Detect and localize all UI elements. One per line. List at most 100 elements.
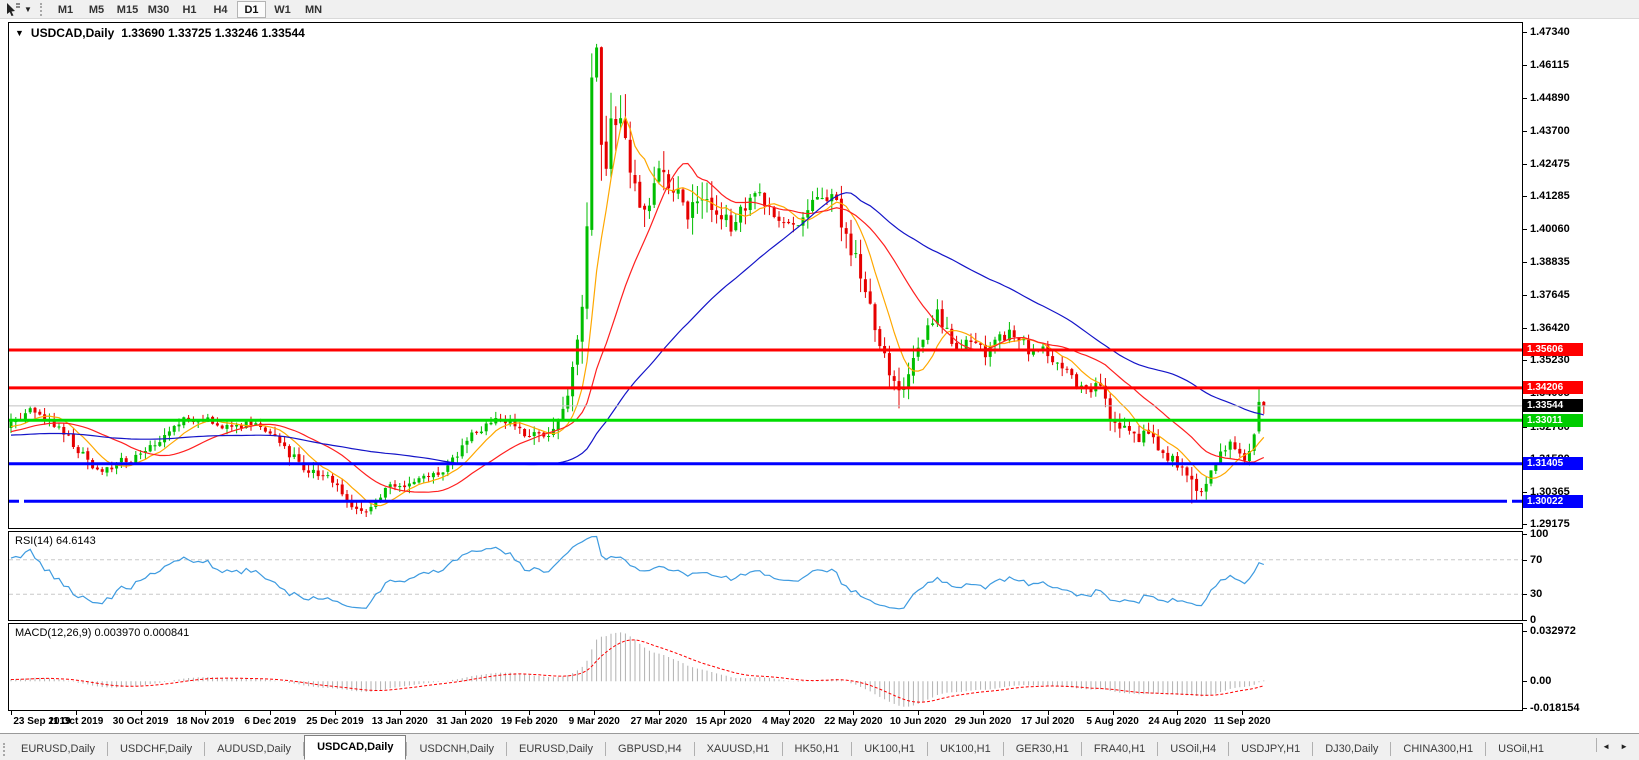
date-tick: [724, 711, 725, 715]
price-scale[interactable]: 1.473401.461151.448901.437001.424751.412…: [1523, 0, 1639, 760]
candle-body: [816, 197, 819, 200]
price-axis-label: 1.43700: [1530, 125, 1570, 137]
candle-body: [101, 469, 104, 472]
chart-tab-usdchf-daily[interactable]: USDCHF,Daily: [108, 739, 204, 760]
chart-tab-eurusd-daily[interactable]: EURUSD,Daily: [9, 739, 107, 760]
candle-body: [1229, 442, 1232, 450]
timeframe-button-m30[interactable]: M30: [144, 1, 173, 18]
candle-body: [744, 208, 747, 210]
candle-body: [1176, 456, 1179, 468]
cursor-tool-icon[interactable]: [5, 2, 21, 17]
candle-body: [288, 446, 291, 457]
timeframe-toolbar: ▼ M1M5M15M30H1H4D1W1MN: [0, 0, 1639, 19]
date-tick: [400, 711, 401, 715]
chart-tab-china300-h1[interactable]: CHINA300,H1: [1391, 739, 1485, 760]
timeframe-button-m5[interactable]: M5: [82, 1, 111, 18]
price-tag-1.34206[interactable]: 1.34206: [1523, 381, 1583, 394]
price-canvas[interactable]: [9, 23, 1522, 528]
candle-body: [10, 422, 13, 428]
candle-body: [955, 343, 958, 349]
chart-tab-audusd-daily[interactable]: AUDUSD,Daily: [205, 739, 303, 760]
chart-tab-usdjpy-h1[interactable]: USDJPY,H1: [1229, 739, 1312, 760]
chart-tab-usoil-h1[interactable]: USOil,H1: [1486, 739, 1556, 760]
candle-body: [1166, 453, 1169, 461]
timeframe-button-w1[interactable]: W1: [268, 1, 297, 18]
candle-body: [662, 170, 665, 172]
candle-body: [72, 434, 75, 447]
candle-body: [1162, 450, 1165, 453]
timeframe-button-d1[interactable]: D1: [237, 1, 266, 18]
candle-body: [696, 201, 699, 203]
chart-tab-xauusd-h1[interactable]: XAUUSD,H1: [695, 739, 782, 760]
date-scale[interactable]: 23 Sep 201911 Oct 201930 Oct 201918 Nov …: [8, 711, 1523, 733]
chart-tab-uk100-h1[interactable]: UK100,H1: [852, 739, 927, 760]
chart-symbol-label: USDCAD,Daily: [31, 26, 114, 40]
price-tag-1.35606[interactable]: 1.35606: [1523, 343, 1583, 356]
rsi-canvas[interactable]: [9, 532, 1522, 620]
candle-body: [264, 428, 267, 432]
price-tick: [1523, 262, 1527, 263]
line-handle[interactable]: [19, 499, 24, 504]
candle-body: [605, 142, 608, 169]
price-axis-label: 1.46115: [1530, 59, 1569, 71]
date-tick: [659, 711, 660, 715]
chart-tab-fra40-h1[interactable]: FRA40,H1: [1082, 739, 1157, 760]
candle-body: [226, 425, 229, 429]
chart-tab-usoil-h4[interactable]: USOil,H4: [1158, 739, 1228, 760]
chart-tab-hk50-h1[interactable]: HK50,H1: [783, 739, 852, 760]
price-tag-1.31405[interactable]: 1.31405: [1523, 457, 1583, 470]
candle-body: [317, 471, 320, 477]
candle-body: [384, 488, 387, 498]
candle-body: [773, 207, 776, 217]
candle-body: [77, 447, 80, 453]
chart-tab-gbpusd-h4[interactable]: GBPUSD,H4: [606, 739, 694, 760]
chart-tab-usdcad-daily[interactable]: USDCAD,Daily: [304, 735, 406, 760]
candle-body: [408, 484, 411, 487]
candle-body: [365, 511, 368, 512]
rsi-tick: [1523, 594, 1527, 595]
chart-tab-uk100-h1[interactable]: UK100,H1: [928, 739, 1003, 760]
candle-body: [355, 507, 358, 509]
toolbar-grip[interactable]: [40, 3, 42, 16]
date-tick: [270, 711, 271, 715]
price-tick: [1523, 328, 1527, 329]
candle-body: [926, 325, 929, 340]
candle-body: [168, 431, 171, 435]
chart-tab-eurusd-daily[interactable]: EURUSD,Daily: [507, 739, 605, 760]
symbol-dropdown-icon[interactable]: ▼: [15, 28, 24, 38]
candle-body: [134, 455, 137, 463]
line-handle[interactable]: [1507, 499, 1512, 504]
chart-tab-ger30-h1[interactable]: GER30,H1: [1004, 739, 1081, 760]
chart-tab-bar: EURUSD,DailyUSDCHF,DailyAUDUSD,DailyUSDC…: [0, 733, 1639, 760]
tab-scroll-left-icon[interactable]: ◄: [1597, 737, 1615, 757]
price-tag-1.30022[interactable]: 1.30022: [1523, 495, 1583, 508]
candle-body: [931, 323, 934, 325]
rsi-label: RSI(14) 64.6143: [15, 535, 96, 547]
candle-body: [86, 451, 89, 460]
timeframe-button-m15[interactable]: M15: [113, 1, 142, 18]
chart-tab-dj30-daily[interactable]: DJ30,Daily: [1313, 739, 1390, 760]
candle-body: [360, 508, 363, 511]
candle-body: [403, 486, 406, 488]
candle-body: [720, 215, 723, 219]
cursor-tool-dropdown-icon[interactable]: ▼: [24, 5, 34, 14]
price-tag-1.33011[interactable]: 1.33011: [1523, 414, 1583, 427]
macd-canvas[interactable]: [9, 624, 1522, 710]
timeframe-button-h4[interactable]: H4: [206, 1, 235, 18]
candle-body: [490, 423, 493, 425]
tab-scroll-right-icon[interactable]: ►: [1615, 737, 1633, 757]
price-axis-label: 1.38835: [1530, 256, 1570, 268]
candle-body: [1190, 476, 1193, 480]
candle-body: [653, 183, 656, 205]
candle-body: [763, 193, 766, 207]
tab-scroll-arrows: ◄ ►: [1596, 734, 1639, 760]
timeframe-button-mn[interactable]: MN: [299, 1, 328, 18]
candle-body: [610, 118, 613, 168]
timeframe-button-m1[interactable]: M1: [51, 1, 80, 18]
chart-tab-usdcnh-daily[interactable]: USDCNH,Daily: [407, 739, 506, 760]
candle-body: [278, 436, 281, 443]
candle-body: [715, 210, 718, 214]
macd-indicator-panel: MACD(12,26,9) 0.003970 0.000841: [8, 623, 1523, 711]
timeframe-button-h1[interactable]: H1: [175, 1, 204, 18]
candle-body: [82, 452, 85, 454]
